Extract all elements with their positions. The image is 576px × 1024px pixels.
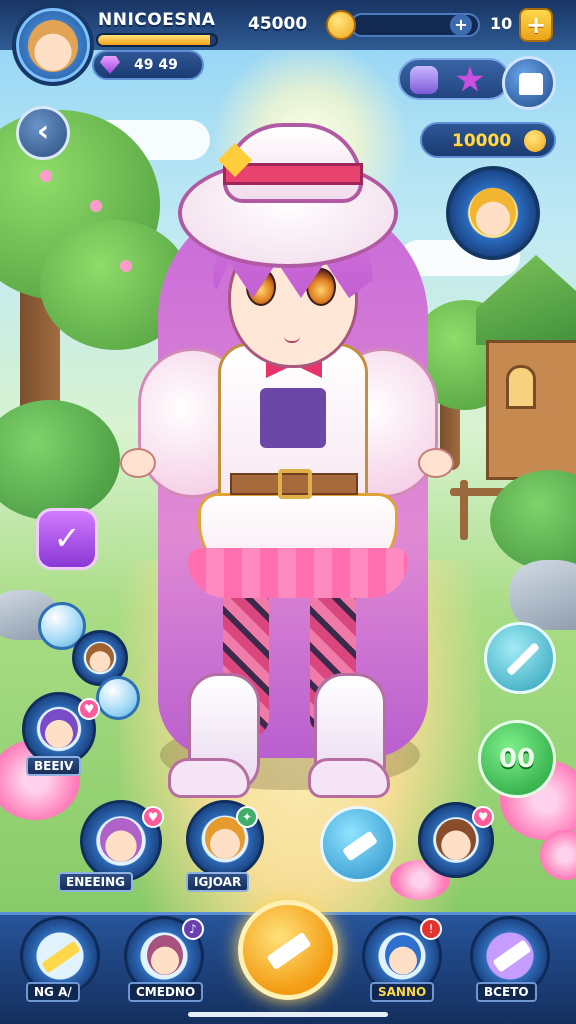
back-button[interactable]: ‹: [16, 106, 70, 160]
hammer-icon: [342, 830, 378, 862]
team-portrait-icon: [436, 819, 476, 860]
bubble-slot[interactable]: [96, 676, 140, 720]
main-action-button[interactable]: [238, 900, 338, 1000]
leaf-badge-icon: ✦: [236, 806, 258, 828]
player-avatar[interactable]: [12, 4, 94, 86]
music-badge-icon: ♪: [182, 918, 204, 940]
character-vest: [260, 388, 326, 448]
alert-badge-icon: !: [420, 918, 442, 940]
gem-counter[interactable]: 49 49: [92, 50, 204, 80]
gold-value: 10000: [452, 131, 512, 151]
party-slot-label: BEEIV: [26, 756, 82, 776]
left-boot-toe: [168, 758, 250, 798]
bush: [0, 400, 120, 520]
heart-badge-icon: ♥: [472, 806, 494, 828]
heart-badge-icon: ♥: [142, 806, 164, 828]
left-hand: [120, 448, 156, 478]
heart-badge-icon: ♥: [78, 698, 100, 720]
castle-menu-button[interactable]: [502, 56, 556, 110]
nav-item-2-label: CMEDNO: [128, 982, 204, 1002]
fence: [460, 480, 468, 540]
inventory-icon[interactable]: [410, 66, 438, 94]
nav-item-3-label: SANNO: [370, 982, 435, 1002]
flower: [540, 830, 576, 880]
home-indicator[interactable]: [188, 1012, 388, 1017]
xp-bar: [96, 33, 218, 47]
team-portrait-icon: [99, 818, 143, 863]
character-portrait-icon: [147, 935, 183, 975]
party-portrait-icon: [86, 643, 114, 672]
skirt-frill: [188, 548, 408, 598]
energy-bar: +: [350, 13, 480, 37]
nav-item-1-label: NG A/: [26, 982, 80, 1002]
blossom: [90, 200, 102, 212]
add-currency-button[interactable]: +: [519, 8, 553, 42]
gold-coin-icon: [524, 130, 546, 152]
castle-icon: [519, 73, 543, 95]
right-boot-toe: [308, 758, 390, 798]
quest-check-button[interactable]: ✓: [36, 508, 98, 570]
gem-value: 49 49: [134, 57, 178, 73]
companion-portrait[interactable]: [446, 166, 540, 260]
companion-face-icon: [470, 188, 516, 236]
avatar-face-icon: [28, 20, 78, 72]
attack-button[interactable]: [484, 622, 556, 694]
rock: [510, 560, 576, 630]
scroll-icon: [266, 931, 312, 971]
nav-item-4-label: BCETO: [476, 982, 537, 1002]
quick-icon-tray: [398, 58, 510, 100]
skill-button[interactable]: [320, 806, 396, 882]
blossom: [40, 170, 52, 182]
player-character[interactable]: [118, 118, 458, 798]
cottage: [476, 255, 576, 485]
gem-icon: [100, 56, 120, 74]
score-value: 45000: [248, 14, 308, 34]
sword-icon: [506, 642, 540, 676]
rocket-icon: [492, 939, 532, 973]
right-hand: [418, 448, 454, 478]
energy-count: 10: [490, 14, 513, 33]
coin-icon: [326, 10, 356, 40]
team-slot-2-label: IGJOAR: [186, 872, 250, 892]
gold-counter[interactable]: 10000: [420, 122, 556, 158]
party-portrait-icon: [39, 708, 79, 749]
bush: [490, 470, 576, 570]
character-portrait-icon: [385, 935, 421, 975]
xp-bar-fill: [98, 35, 211, 45]
magic-icon: [41, 940, 81, 974]
green-action-button[interactable]: 00: [478, 720, 556, 798]
team-slot-1-label: ENEEING: [58, 872, 133, 892]
belt-buckle: [278, 469, 312, 499]
star-icon[interactable]: [456, 66, 484, 92]
player-name: NNICOESNA: [98, 10, 216, 30]
add-energy-button[interactable]: +: [450, 14, 472, 36]
